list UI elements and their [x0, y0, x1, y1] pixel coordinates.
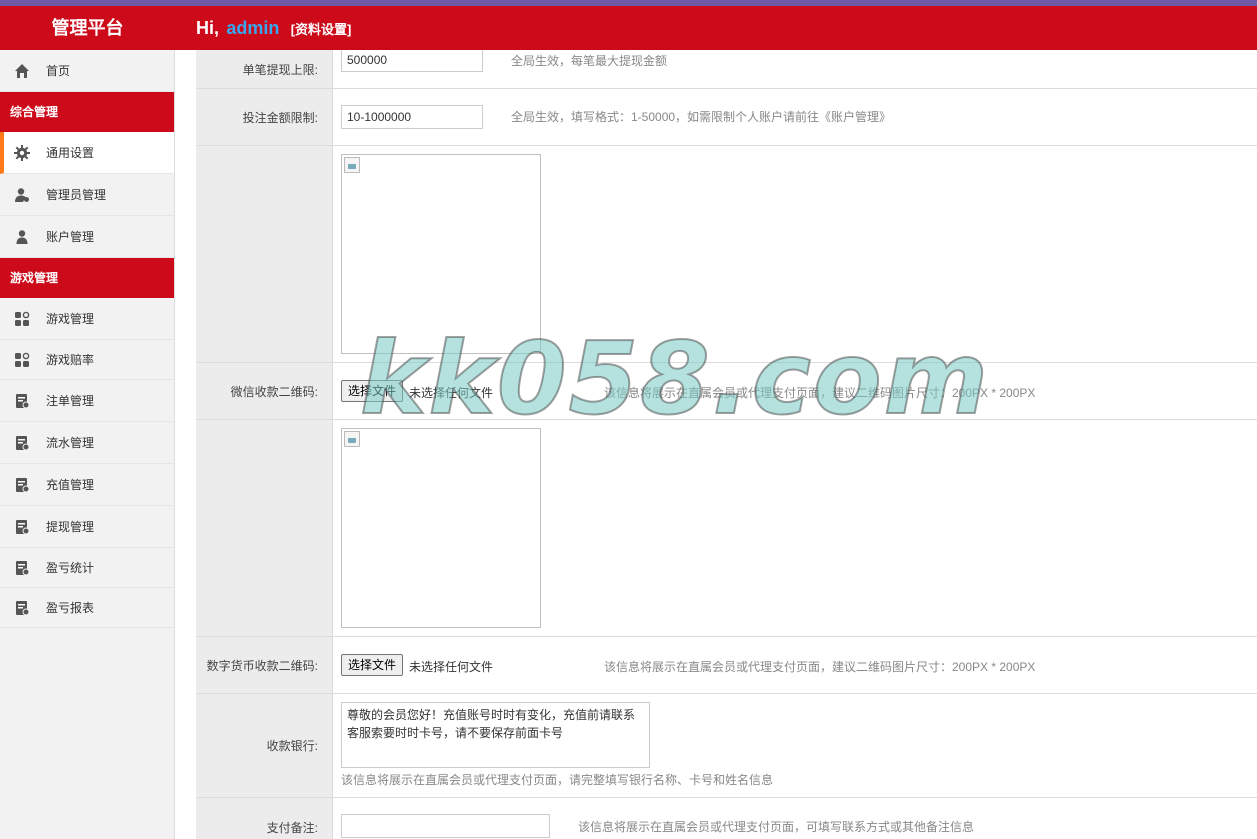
grid-icon	[15, 352, 30, 367]
field-hint: 全局生效，每笔最大提现金额	[511, 54, 668, 68]
field-label: 收款银行:	[196, 694, 333, 797]
field-hint: 全局生效，填写格式：1-50000，如需限制个人账户请前往《账户管理》	[511, 110, 892, 124]
payment-note-input[interactable]	[341, 814, 550, 838]
field-label: 微信收款二维码:	[196, 363, 333, 419]
admin-user-icon	[15, 188, 29, 202]
ledger-icon	[16, 601, 30, 616]
gear-icon	[14, 145, 30, 161]
user-icon	[16, 230, 28, 244]
sidebar-item-general-settings[interactable]: 通用设置	[0, 132, 174, 174]
sidebar-item-game-management[interactable]: 游戏管理	[0, 298, 174, 340]
form-row-payment-note: 支付备注: 该信息将展示在直属会员或代理支付页面，可填写联系方式或其他备注信息	[196, 798, 1257, 839]
sidebar-item-account-management[interactable]: 账户管理	[0, 216, 174, 258]
sidebar-item-label: 盈亏统计	[46, 561, 95, 575]
field-label: 单笔提现上限:	[196, 50, 333, 88]
crypto-qr-image	[341, 428, 541, 628]
sidebar-item-label: 通用设置	[46, 146, 95, 160]
form-row-wechat-qr: 微信收款二维码: 选择文件 未选择任何文件 该信息将展示在直属会员或代理支付页面…	[196, 363, 1257, 420]
brand-title: 管理平台	[51, 18, 124, 38]
form-row-crypto-qr: 数字货币收款二维码: 选择文件 未选择任何文件 该信息将展示在直属会员或代理支付…	[196, 637, 1257, 694]
form-row-wechat-qr-preview	[196, 146, 1257, 363]
sidebar-item-admin-management[interactable]: 管理员管理	[0, 174, 174, 216]
sidebar-item-label: 注单管理	[46, 394, 95, 408]
broken-image-icon	[344, 157, 360, 173]
crypto-qr-file-button[interactable]: 选择文件	[341, 654, 404, 676]
ledger-icon	[16, 394, 30, 409]
wechat-qr-file-button[interactable]: 选择文件	[341, 380, 404, 402]
sidebar-group-games: 游戏管理	[0, 258, 174, 298]
field-hint: 该信息将展示在直属会员或代理支付页面，建议二维码图片尺寸：200PX * 200…	[604, 660, 1036, 674]
greeting-text: Hi,	[196, 18, 220, 38]
ledger-icon	[16, 561, 30, 576]
sidebar-item-flow-management[interactable]: 流水管理	[0, 422, 174, 464]
grid-icon	[15, 311, 30, 326]
sidebar-item-label: 流水管理	[46, 436, 95, 450]
sidebar-item-label: 游戏管理	[46, 312, 95, 326]
form-row-max-withdraw: 单笔提现上限: 全局生效，每笔最大提现金额	[196, 50, 1257, 89]
sidebar-item-label: 管理员管理	[46, 188, 107, 202]
sidebar-item-label: 账户管理	[46, 230, 95, 244]
field-hint: 该信息将展示在直属会员或代理支付页面，建议二维码图片尺寸：200PX * 200…	[604, 386, 1036, 400]
ledger-icon	[16, 436, 30, 451]
sidebar-item-recharge-management[interactable]: 充值管理	[0, 464, 174, 506]
sidebar-item-withdraw-management[interactable]: 提现管理	[0, 506, 174, 548]
wechat-qr-image	[341, 154, 541, 354]
sidebar-item-label: 游戏赔率	[46, 353, 95, 367]
file-status: 未选择任何文件	[409, 386, 494, 400]
field-hint: 该信息将展示在直属会员或代理支付页面，请完整填写银行名称、卡号和姓名信息	[341, 773, 774, 787]
greeting: Hi, admin [资料设置]	[196, 6, 351, 50]
max-withdraw-input[interactable]	[341, 50, 483, 72]
form-row-bet-limit: 投注金额限制: 全局生效，填写格式：1-50000，如需限制个人账户请前往《账户…	[196, 89, 1257, 146]
sidebar-group-general: 综合管理	[0, 92, 174, 132]
file-status: 未选择任何文件	[409, 660, 494, 674]
ledger-icon	[16, 520, 30, 535]
field-label-empty	[196, 146, 333, 362]
sidebar-item-profit-report[interactable]: 盈亏报表	[0, 588, 174, 628]
broken-image-icon	[344, 431, 360, 447]
sidebar-item-bet-management[interactable]: 注单管理	[0, 380, 174, 422]
ledger-icon	[16, 478, 30, 493]
sidebar-item-label: 首页	[46, 64, 71, 78]
sidebar-item-label: 盈亏报表	[46, 601, 95, 615]
bet-limit-input[interactable]	[341, 105, 483, 129]
field-label: 投注金额限制:	[196, 89, 333, 145]
sidebar-item-home[interactable]: 首页	[0, 50, 174, 92]
sidebar-item-game-odds[interactable]: 游戏赔率	[0, 340, 174, 380]
form-row-bank: 收款银行: 尊敬的会员您好！充值账号时时有变化，充值前请联系客服索要时时卡号，请…	[196, 694, 1257, 798]
sidebar-item-profit-stats[interactable]: 盈亏统计	[0, 548, 174, 588]
settings-form: 单笔提现上限: 全局生效，每笔最大提现金额 投注金额限制: 全局生效，填写格式：…	[196, 50, 1257, 839]
home-icon	[15, 64, 29, 78]
username: admin	[226, 18, 280, 38]
sidebar-item-label: 充值管理	[46, 478, 95, 492]
bank-textarea[interactable]: 尊敬的会员您好！充值账号时时有变化，充值前请联系客服索要时时卡号，请不要保存前面…	[341, 702, 650, 768]
form-row-crypto-qr-preview	[196, 420, 1257, 637]
field-label: 数字货币收款二维码:	[196, 637, 333, 693]
field-label: 支付备注:	[196, 798, 333, 839]
sidebar: 首页 综合管理 通用设置 管理员管理 账户管理 游戏管理 游戏管理 游戏赔率 注…	[0, 50, 175, 839]
profile-settings-link[interactable]: [资料设置]	[291, 22, 352, 37]
sidebar-item-label: 提现管理	[46, 520, 95, 534]
field-hint: 该信息将展示在直属会员或代理支付页面，可填写联系方式或其他备注信息	[578, 820, 975, 834]
field-label-empty	[196, 420, 333, 636]
header-bar: 管理平台 Hi, admin [资料设置]	[0, 6, 1257, 50]
